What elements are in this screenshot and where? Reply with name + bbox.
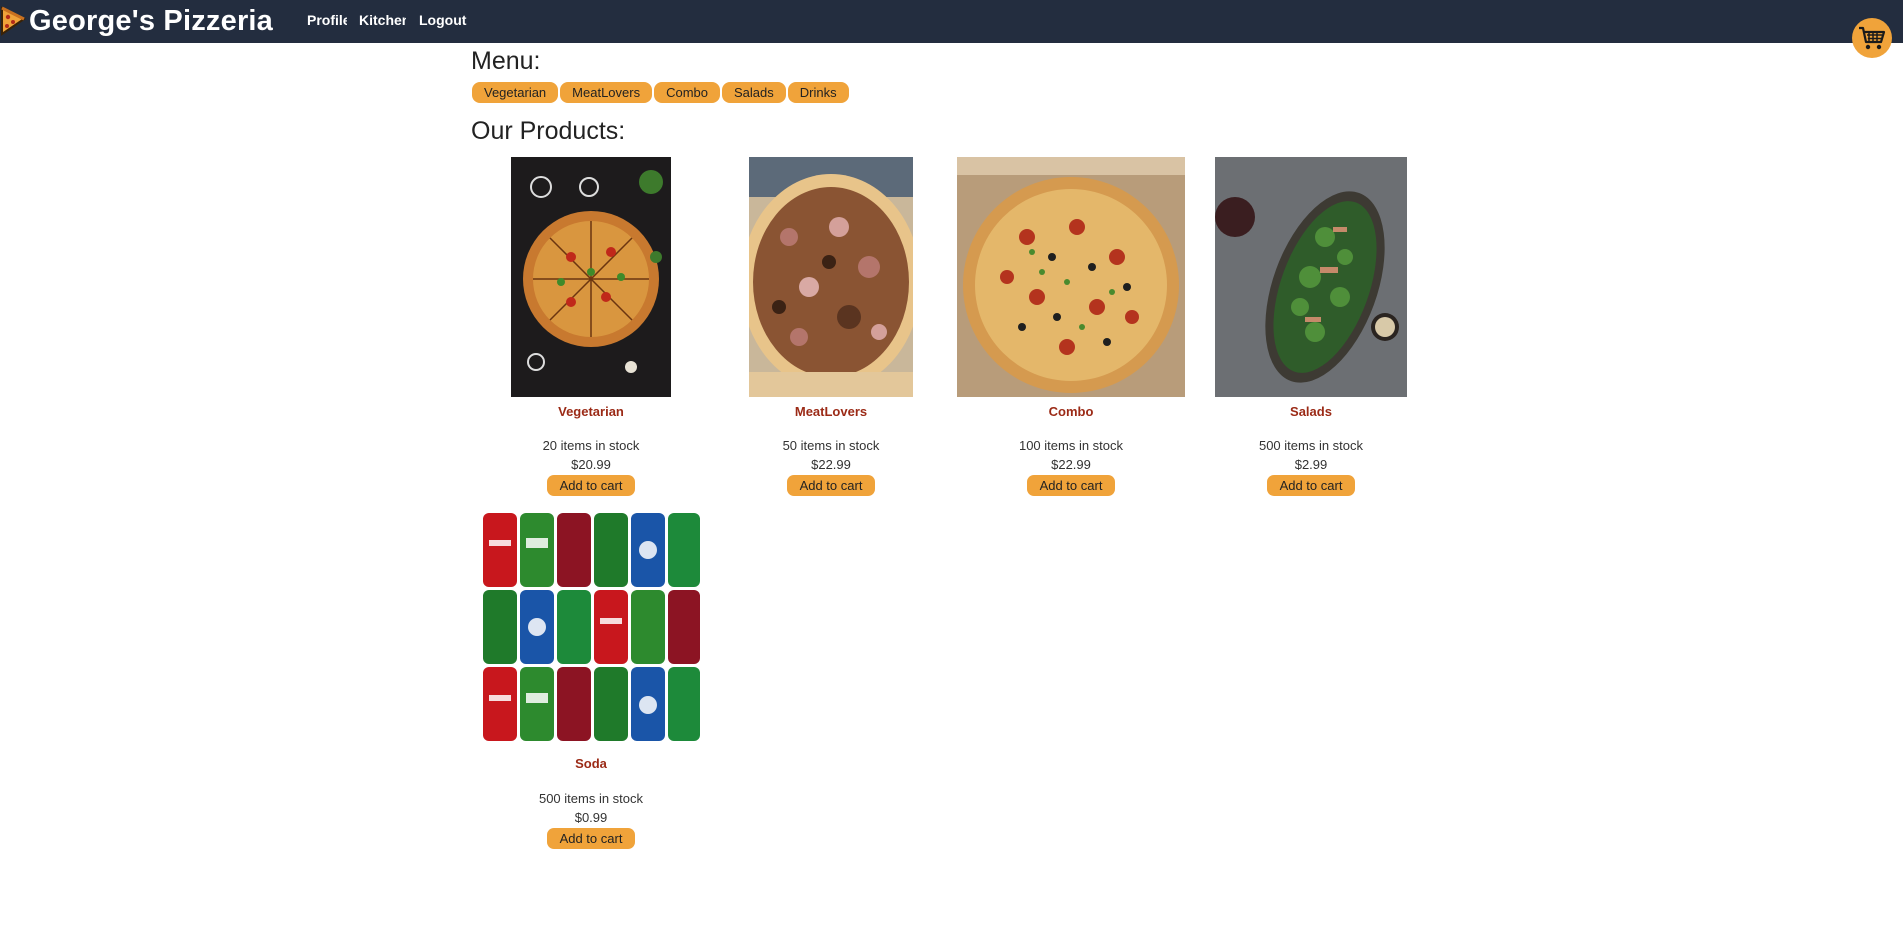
product-name: Vegetarian (558, 404, 624, 419)
menu-heading: Menu: (471, 47, 541, 75)
add-to-cart-button[interactable]: Add to cart (1267, 475, 1355, 496)
add-to-cart-button[interactable]: Add to cart (1027, 475, 1115, 496)
product-stock: 100 items in stock (1018, 438, 1124, 453)
menu-tab-drinks[interactable]: Drinks (787, 82, 849, 103)
product-name: MeatLovers (794, 404, 868, 419)
product-image-vegetarian (511, 157, 671, 397)
nav-logout-link[interactable]: Logout (419, 12, 469, 28)
product-price: $22.99 (1051, 457, 1091, 472)
product-image-meatlovers (749, 157, 913, 397)
product-image-soda (481, 510, 701, 744)
product-price: $20.99 (571, 457, 611, 472)
product-stock: 50 items in stock (782, 438, 880, 453)
product-stock: 500 items in stock (1258, 438, 1364, 453)
app-title: George's Pizzeria (29, 4, 274, 37)
product-name: Combo (1048, 404, 1094, 419)
menu-tab-combo[interactable]: Combo (654, 82, 721, 103)
add-to-cart-button[interactable]: Add to cart (547, 475, 635, 496)
products-heading: Our Products: (471, 117, 626, 145)
brand[interactable]: George's Pizzeria (0, 2, 273, 40)
product-price: $2.99 (1294, 457, 1328, 472)
cart-button[interactable] (1852, 18, 1892, 58)
product-name: Soda (575, 756, 607, 771)
product-card-meatlovers: MeatLovers 50 items in stock $22.99 Add … (711, 157, 951, 497)
product-name: Salads (1290, 404, 1332, 419)
pizza-slice-icon (0, 6, 26, 36)
product-price: $22.99 (811, 457, 851, 472)
menu-tabs: Vegetarian MeatLovers Combo Salads Drink… (472, 82, 849, 103)
product-card-vegetarian: Vegetarian 20 items in stock $20.99 Add … (471, 157, 711, 497)
nav-profile-link[interactable]: Profile (307, 12, 347, 28)
product-card-soda: Soda 500 items in stock $0.99 Add to car… (471, 510, 711, 850)
product-card-combo: Combo 100 items in stock $22.99 Add to c… (951, 157, 1191, 497)
menu-tab-salads[interactable]: Salads (722, 82, 786, 103)
top-navbar: George's Pizzeria Profile Kitchen Logout (0, 0, 1903, 43)
menu-tab-vegetarian[interactable]: Vegetarian (472, 82, 559, 103)
add-to-cart-button[interactable]: Add to cart (547, 828, 635, 849)
nav-kitchen-link[interactable]: Kitchen (359, 12, 406, 28)
main-nav: Profile Kitchen Logout (307, 12, 469, 28)
add-to-cart-button[interactable]: Add to cart (787, 475, 875, 496)
product-card-salads: Salads 500 items in stock $2.99 Add to c… (1191, 157, 1431, 497)
shopping-cart-icon (1859, 26, 1886, 50)
product-stock: 20 items in stock (542, 438, 640, 453)
product-stock: 500 items in stock (538, 791, 644, 806)
menu-tab-meatlovers[interactable]: MeatLovers (560, 82, 653, 103)
product-image-combo (957, 157, 1185, 397)
product-price: $0.99 (574, 810, 608, 825)
product-image-salads (1215, 157, 1407, 397)
